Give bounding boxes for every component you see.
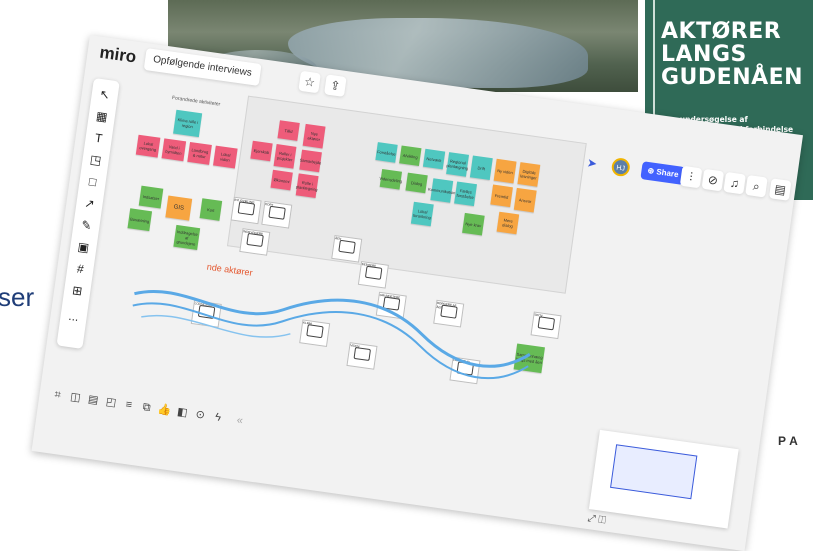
video-icon[interactable]: ◧ bbox=[173, 401, 192, 425]
cut-off-text-left: ser bbox=[0, 282, 35, 312]
sticky-note[interactable]: Vand i bymidten bbox=[161, 138, 187, 162]
sticky-note[interactable]: Vidensdeling bbox=[379, 168, 403, 190]
sketch-drawing[interactable]: INDBYGGERE bbox=[239, 228, 271, 256]
sticky-note[interactable]: Fælles forståelse bbox=[454, 181, 477, 207]
upload-icon[interactable]: ⇪ bbox=[324, 74, 347, 97]
sticky-note[interactable]: Kort bbox=[199, 198, 223, 221]
sticky-note[interactable]: Ejerskab bbox=[250, 140, 273, 162]
minimap-controls[interactable]: ⤢ ◫ bbox=[587, 513, 607, 526]
sticky-note[interactable]: Ny viden bbox=[493, 158, 517, 184]
sketch-drawing[interactable]: BYUDVIKLING bbox=[230, 196, 262, 225]
sketch-label: INDBYGGERE bbox=[242, 229, 264, 236]
sticky-note[interactable]: Ansvar bbox=[513, 187, 537, 213]
list-icon[interactable]: ≡ bbox=[119, 393, 138, 417]
bell-icon[interactable]: ♫ bbox=[723, 171, 746, 195]
sketch-drawing[interactable]: KORT bbox=[261, 200, 293, 229]
sketch-label: KORT bbox=[264, 202, 274, 208]
sketch-label: ÅEN bbox=[334, 236, 342, 241]
search-icon[interactable]: ⌕ bbox=[745, 174, 768, 198]
minimap-viewport[interactable] bbox=[610, 444, 698, 500]
upload-tool-icon[interactable]: ⊞ bbox=[63, 278, 92, 303]
sticky-note[interactable]: Netværk bbox=[422, 148, 446, 170]
sticky-note[interactable]: Økonomi bbox=[270, 169, 293, 191]
timer-tool-icon[interactable]: ⊙ bbox=[191, 403, 210, 427]
sticky-note[interactable]: Indsatser bbox=[138, 185, 164, 209]
star-icon[interactable]: ☆ bbox=[298, 70, 321, 94]
sticky-note[interactable]: Rolle i planlægning bbox=[296, 173, 319, 198]
filter-icon[interactable]: ⫶ bbox=[679, 165, 703, 189]
frame-title: Forandrede aktiviteter bbox=[171, 95, 221, 108]
activity-icon[interactable]: ϟ bbox=[209, 406, 228, 430]
sticky-note[interactable]: Lokal forankring bbox=[410, 201, 434, 227]
bottom-toolbar: ⌗ ◫ ▤ ◰ ≡ ⧉ 👍 ◧ ⊙ ϟ « bbox=[48, 383, 244, 427]
sketch-label: BEBOERE bbox=[361, 262, 377, 269]
sticky-note[interactable]: Lokal viden bbox=[213, 145, 238, 169]
sticky-note[interactable]: Lokal overgang bbox=[135, 134, 161, 158]
collapse-icon[interactable]: « bbox=[230, 409, 249, 433]
sticky-note[interactable]: Forståelse bbox=[375, 142, 398, 163]
sticky-note[interactable]: Landbrug & natur bbox=[187, 141, 212, 165]
sticky-note[interactable]: Inddragelse af grundejere bbox=[173, 224, 201, 251]
left-toolbar: ↖ ▦ T ◳ □ ↗ ✎ ▣ # ⊞ ... bbox=[56, 77, 120, 349]
sticky-note[interactable]: Afvikling bbox=[399, 145, 422, 167]
sticky-note[interactable]: Kommunikation bbox=[428, 178, 456, 203]
slide-title: AKTØRER LANGS GUDENÅEN bbox=[661, 19, 804, 90]
notes-list-icon[interactable]: ▤ bbox=[84, 388, 103, 412]
minimap[interactable] bbox=[588, 429, 739, 529]
sticky-note[interactable]: Nye aktører bbox=[302, 123, 326, 149]
sketch-drawing[interactable]: ÅEN bbox=[331, 234, 363, 263]
sticky-note[interactable]: Fremtid bbox=[490, 184, 513, 208]
sticky-note[interactable]: Nye krav bbox=[462, 212, 485, 236]
share-button[interactable]: ⊕ Share bbox=[640, 161, 686, 185]
notes-icon[interactable]: ▤ bbox=[768, 178, 792, 201]
share-label: Share bbox=[655, 167, 680, 180]
sketch-label: BYUDVIKLING bbox=[234, 197, 255, 205]
cursor-mode-icon[interactable]: ➤ bbox=[586, 154, 608, 175]
sticky-note[interactable]: Roller i projekter bbox=[273, 144, 297, 169]
avatar[interactable]: HJ bbox=[610, 156, 631, 178]
more-icon[interactable]: ... bbox=[59, 304, 88, 329]
present-icon[interactable]: ◫ bbox=[66, 385, 85, 409]
sticky-note[interactable]: Digitale løsninger bbox=[517, 162, 541, 187]
sticky-note[interactable]: Mere dialog bbox=[496, 211, 520, 235]
sticky-note[interactable]: Regional planlægning bbox=[446, 152, 469, 177]
cards-icon[interactable]: ◰ bbox=[102, 391, 121, 415]
sticky-note[interactable]: Dialog bbox=[405, 172, 428, 194]
sticky-note[interactable]: Tillid bbox=[277, 120, 300, 141]
cut-off-text-right: PA bbox=[778, 434, 802, 448]
sticky-note[interactable]: Drift bbox=[469, 155, 493, 181]
sticky-note[interactable]: Samarbejde bbox=[299, 149, 322, 173]
vote-icon[interactable]: 👍 bbox=[155, 398, 174, 422]
frames-icon[interactable]: ⌗ bbox=[48, 383, 67, 407]
timer-icon[interactable]: ⊘ bbox=[701, 168, 725, 192]
sticky-note[interactable]: Klima rolle i region bbox=[173, 109, 203, 138]
sticky-note[interactable]: Bosætning bbox=[127, 208, 153, 232]
sticky-note[interactable]: GIS bbox=[165, 195, 193, 221]
copy-icon[interactable]: ⧉ bbox=[137, 396, 156, 420]
miro-logo: miro bbox=[98, 42, 138, 67]
